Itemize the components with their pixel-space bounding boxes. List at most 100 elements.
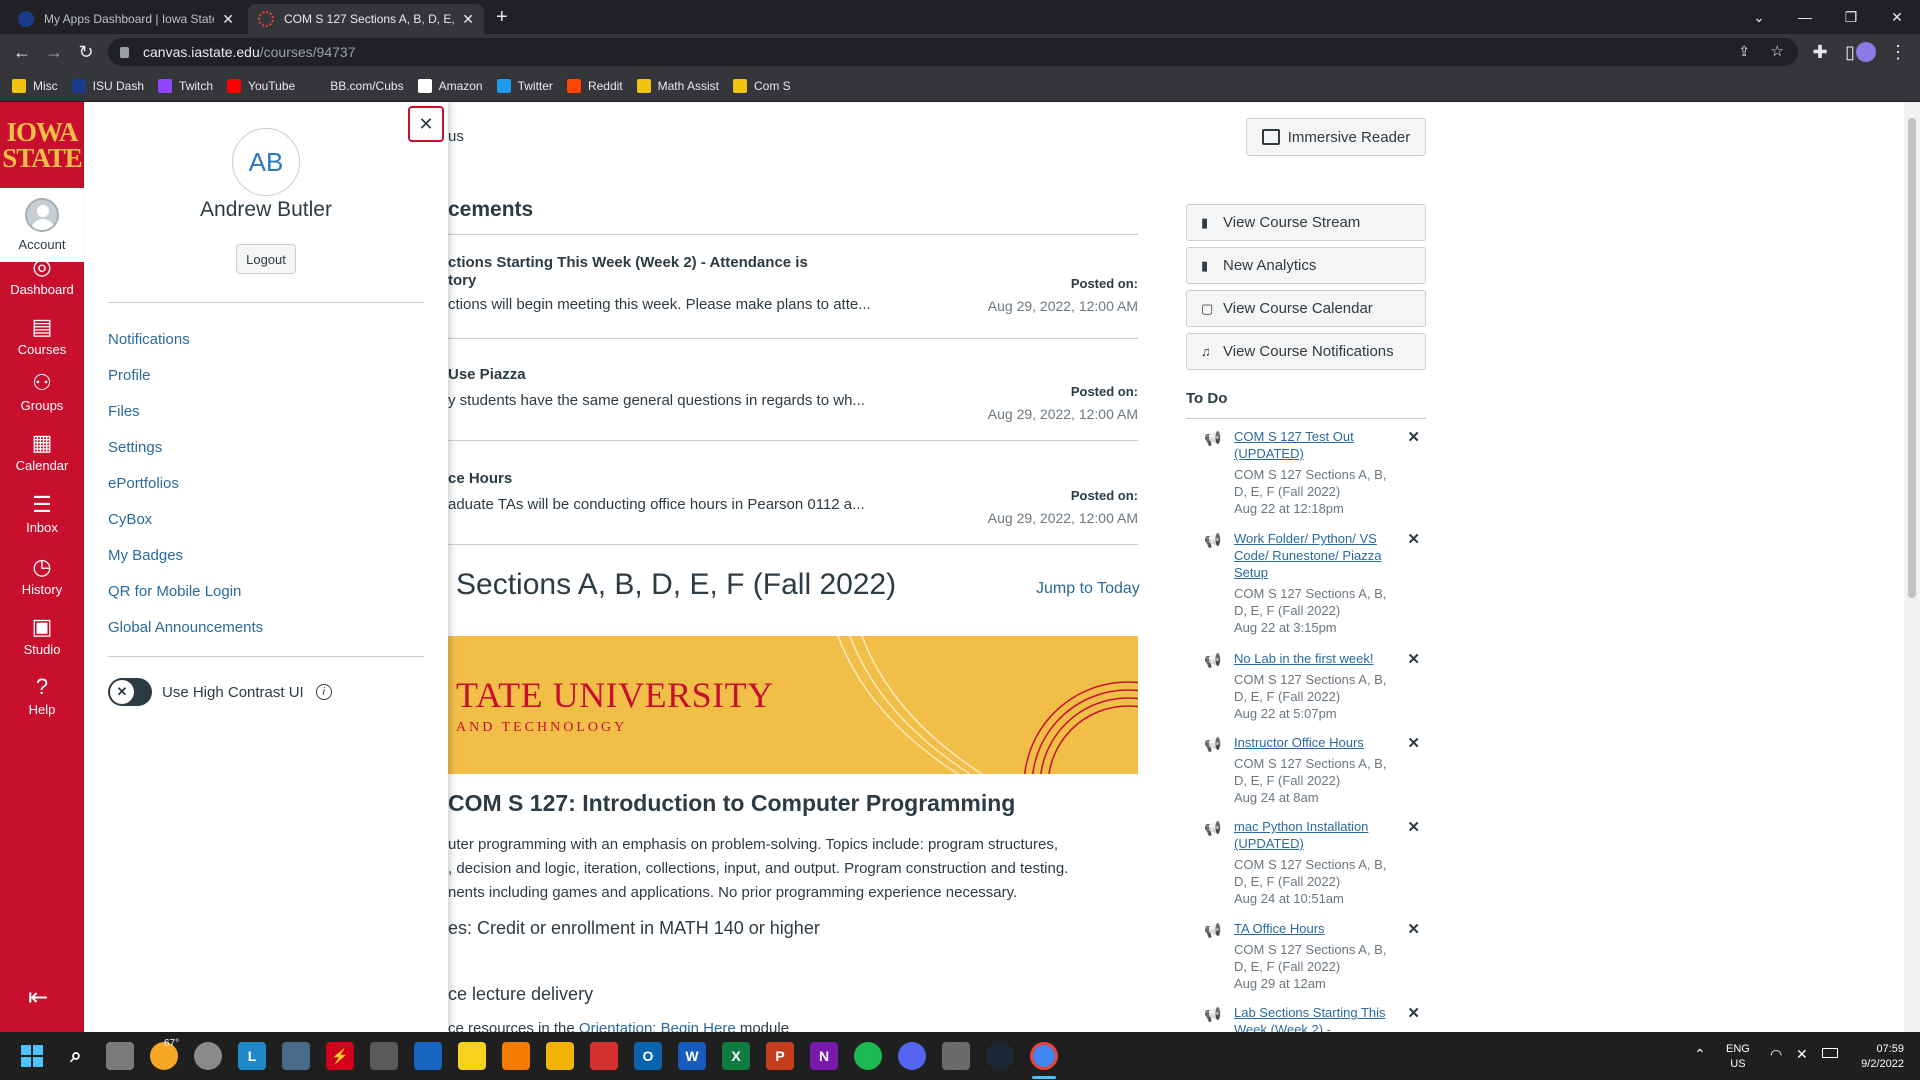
word-icon[interactable]: W: [678, 1042, 706, 1070]
nav-help[interactable]: ? Help: [0, 672, 84, 717]
outlook-icon[interactable]: O: [634, 1042, 662, 1070]
window-close-icon[interactable]: ✕: [1874, 0, 1920, 34]
chrome-icon[interactable]: [1030, 1042, 1058, 1070]
info-icon[interactable]: i: [315, 684, 332, 700]
app-l-icon[interactable]: L: [238, 1042, 266, 1070]
file-explorer-icon[interactable]: [546, 1042, 574, 1070]
browser-tab-my-apps[interactable]: My Apps Dashboard | Iowa State ✕: [8, 4, 244, 34]
chrome-menu-icon[interactable]: ⋮: [1886, 40, 1910, 64]
dismiss-todo-icon[interactable]: ✕: [1407, 818, 1420, 836]
nav-groups[interactable]: ⚇ Groups: [0, 368, 84, 413]
nav-history[interactable]: ◷ History: [0, 552, 84, 597]
discord-icon[interactable]: [898, 1042, 926, 1070]
announcement-item[interactable]: ctions Starting This Week (Week 2) - Att…: [448, 254, 1138, 342]
nav-courses[interactable]: ▤ Courses: [0, 312, 84, 357]
page-scrollbar[interactable]: [1904, 102, 1920, 1032]
tray-link-notifications[interactable]: Notifications: [108, 322, 263, 358]
jump-to-today-link[interactable]: Jump to Today: [1036, 580, 1140, 598]
todo-title-link[interactable]: TA Office Hours: [1234, 920, 1390, 937]
tray-link-profile[interactable]: Profile: [108, 358, 263, 394]
bookmark-item[interactable]: Amazon: [417, 78, 483, 93]
new-analytics-button[interactable]: ▮ New Analytics: [1186, 247, 1426, 284]
office-app-icon[interactable]: [502, 1042, 530, 1070]
announcement-title[interactable]: Use Piazza: [448, 366, 526, 383]
battery-icon[interactable]: [1822, 1048, 1838, 1058]
nav-dashboard[interactable]: ◎ Dashboard: [0, 252, 84, 297]
announcement-title[interactable]: ce Hours: [448, 470, 512, 487]
bookmark-star-icon[interactable]: ☆: [1771, 42, 1784, 60]
profile-avatar-icon[interactable]: [1854, 40, 1878, 64]
tray-link-global-announcements[interactable]: Global Announcements: [108, 610, 263, 646]
breadcrumb[interactable]: us: [448, 128, 464, 145]
bookmark-item[interactable]: YouTube: [227, 78, 295, 93]
search-icon[interactable]: ⌕: [62, 1042, 90, 1070]
todo-title-link[interactable]: No Lab in the first week!: [1234, 650, 1390, 667]
nav-inbox[interactable]: ☰ Inbox: [0, 490, 84, 535]
share-icon[interactable]: ⇪: [1738, 43, 1750, 60]
office-icon[interactable]: [590, 1042, 618, 1070]
dismiss-todo-icon[interactable]: ✕: [1407, 734, 1420, 752]
bookmark-item[interactable]: ISU Dash: [71, 78, 144, 93]
wifi-icon[interactable]: ◠: [1770, 1046, 1782, 1063]
dismiss-todo-icon[interactable]: ✕: [1407, 920, 1420, 938]
sticky-notes-icon[interactable]: [458, 1042, 486, 1070]
show-hidden-icons-icon[interactable]: ⌃: [1694, 1046, 1706, 1063]
browser-tab-com-s-127[interactable]: COM S 127 Sections A, B, D, E, F (Fall 2…: [248, 4, 484, 34]
tray-link-eportfolios[interactable]: ePortfolios: [108, 466, 263, 502]
nav-studio[interactable]: ▣ Studio: [0, 612, 84, 657]
collapse-nav-icon[interactable]: ⇤: [28, 983, 48, 1012]
settings-gear-icon[interactable]: [194, 1042, 222, 1070]
immersive-reader-button[interactable]: Immersive Reader: [1246, 118, 1426, 156]
back-icon[interactable]: ←: [10, 40, 34, 64]
stocks-app-icon[interactable]: [414, 1042, 442, 1070]
flash-app-icon[interactable]: ⚡: [326, 1042, 354, 1070]
new-tab-icon[interactable]: +: [496, 6, 508, 29]
windows-start-icon[interactable]: [18, 1042, 46, 1070]
view-course-notifications-button[interactable]: ♫ View Course Notifications: [1186, 333, 1426, 370]
extensions-icon[interactable]: ✚: [1808, 40, 1832, 64]
todo-title-link[interactable]: Lab Sections Starting This Week (Week 2)…: [1234, 1004, 1390, 1032]
restore-icon[interactable]: ❐: [1828, 0, 1874, 34]
bookmark-item[interactable]: Twitch: [158, 78, 213, 93]
todo-title-link[interactable]: mac Python Installation (UPDATED): [1234, 818, 1390, 852]
bookmark-item[interactable]: Misc: [12, 78, 58, 93]
reload-icon[interactable]: ↻: [74, 40, 98, 64]
close-tray-button[interactable]: ✕: [408, 106, 444, 142]
bookmark-item[interactable]: Reddit: [566, 78, 623, 93]
view-course-stream-button[interactable]: ▮ View Course Stream: [1186, 204, 1426, 241]
todo-title-link[interactable]: Work Folder/ Python/ VS Code/ Runestone/…: [1234, 530, 1390, 581]
tray-link-settings[interactable]: Settings: [108, 430, 263, 466]
powerpoint-icon[interactable]: P: [766, 1042, 794, 1070]
tray-link-cybox[interactable]: CyBox: [108, 502, 263, 538]
app-icon[interactable]: [942, 1042, 970, 1070]
task-view-icon[interactable]: [106, 1042, 134, 1070]
tray-link-my-badges[interactable]: My Badges: [108, 538, 263, 574]
tray-link-files[interactable]: Files: [108, 394, 263, 430]
language-indicator[interactable]: ENG US: [1726, 1042, 1750, 1072]
nav-calendar[interactable]: ▦ Calendar: [0, 428, 84, 473]
excel-icon[interactable]: X: [722, 1042, 750, 1070]
dismiss-todo-icon[interactable]: ✕: [1407, 650, 1420, 668]
address-bar[interactable]: canvas.iastate.edu/courses/94737 ⇪ ☆: [108, 38, 1798, 66]
announcement-title-cont[interactable]: tory: [448, 272, 476, 289]
volume-muted-icon[interactable]: ✕: [1796, 1046, 1808, 1063]
tray-link-qr-for-mobile-login[interactable]: QR for Mobile Login: [108, 574, 263, 610]
bookmark-item[interactable]: Twitter: [496, 78, 553, 93]
orientation-link[interactable]: Orientation: Begin Here: [579, 1020, 736, 1032]
calculator-icon[interactable]: [370, 1042, 398, 1070]
bookmark-item[interactable]: Math Assist: [636, 78, 719, 93]
announcement-item[interactable]: Use Piazza y students have the same gene…: [448, 358, 1138, 438]
todo-title-link[interactable]: COM S 127 Test Out (UPDATED): [1234, 428, 1390, 462]
bookmark-item[interactable]: Com S: [732, 78, 791, 93]
dismiss-todo-icon[interactable]: ✕: [1407, 1004, 1420, 1022]
clock[interactable]: 07:59 9/2/2022: [1848, 1042, 1904, 1072]
tab-close-icon[interactable]: ✕: [222, 11, 234, 28]
iowa-state-logo[interactable]: IOWA STATE: [0, 102, 84, 188]
minimize-icon[interactable]: —: [1782, 0, 1828, 34]
spotify-icon[interactable]: [854, 1042, 882, 1070]
bookmark-item[interactable]: BB.com/Cubs: [309, 78, 404, 93]
logout-button[interactable]: Logout: [236, 244, 296, 274]
tab-close-icon[interactable]: ✕: [462, 11, 474, 28]
todo-title-link[interactable]: Instructor Office Hours: [1234, 734, 1390, 751]
onenote-icon[interactable]: N: [810, 1042, 838, 1070]
